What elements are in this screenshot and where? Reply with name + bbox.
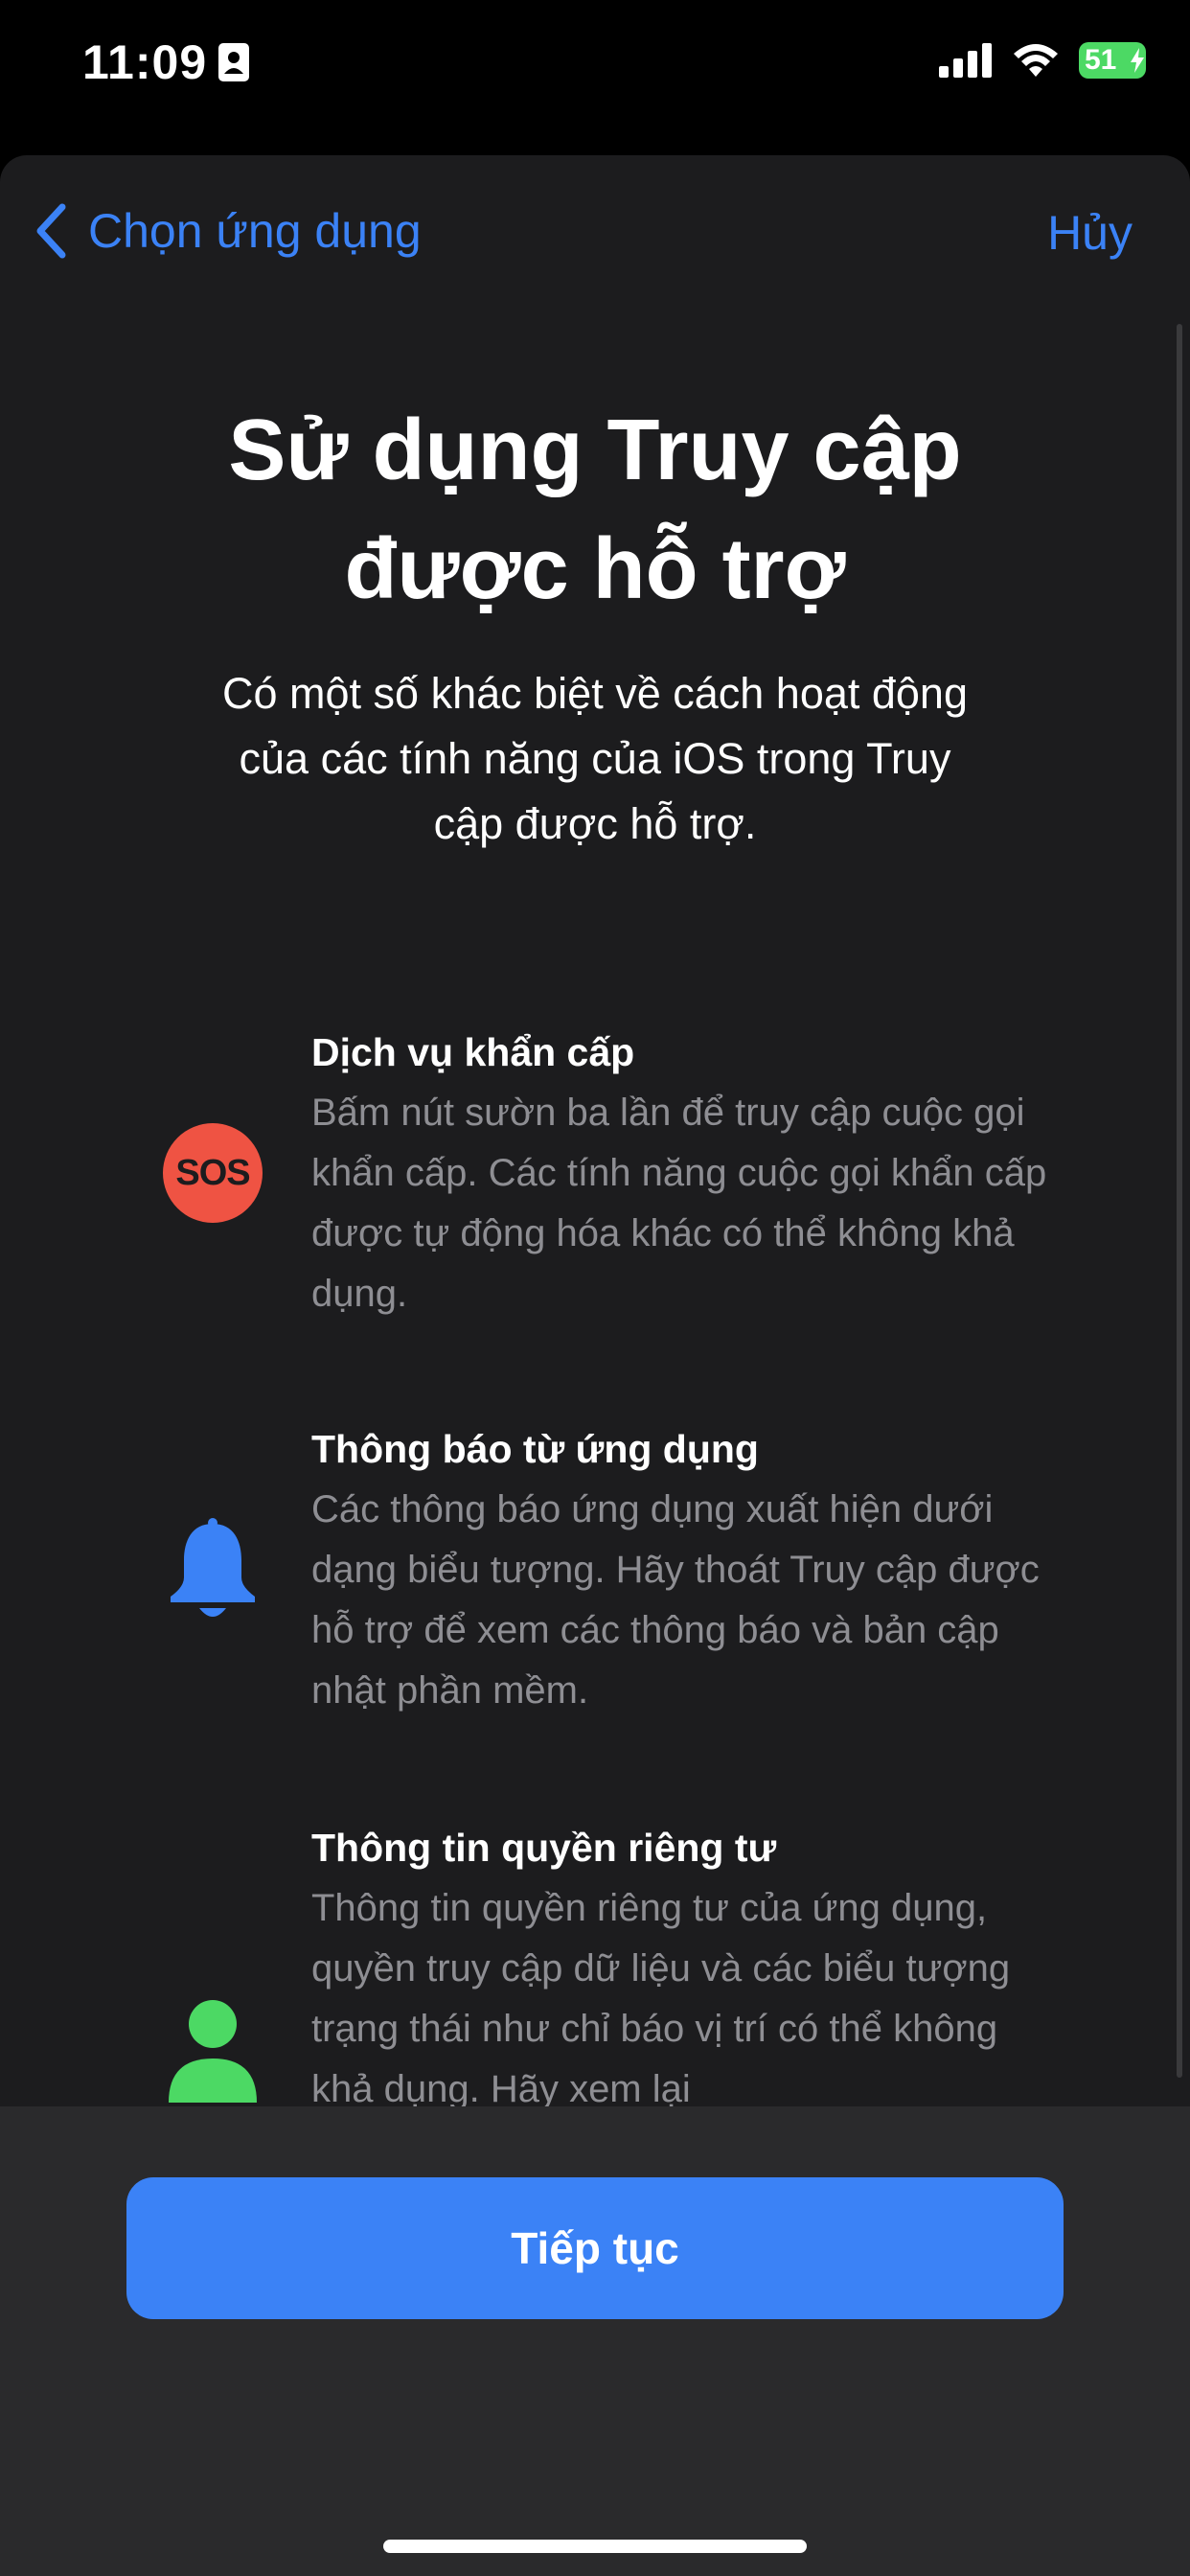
feature-description: Các thông báo ứng dụng xuất hiện dưới dạ… (311, 1488, 1040, 1712)
battery-level: 51 (1085, 44, 1117, 76)
feature-icon-wrap: SOS (161, 1121, 264, 1225)
sos-icon: SOS (163, 1123, 263, 1223)
feature-icon-wrap (161, 1518, 264, 1622)
feature-icon-wrap (161, 1999, 264, 2103)
person-badge-icon (218, 43, 250, 81)
person-icon (169, 2000, 257, 2103)
feature-title: Thông tin quyền riêng tư (311, 1826, 777, 1870)
nav-bar: Chọn ứng dụng Hủy (0, 155, 1190, 318)
back-button[interactable]: Chọn ứng dụng (34, 203, 422, 259)
feature-text: Thông báo từ ứng dụng Các thông báo ứng … (311, 1422, 1059, 1721)
clock-text: 11:09 (82, 35, 208, 89)
feature-description: Thông tin quyền riêng tư của ứng dụng, q… (311, 1887, 1011, 2110)
signal-icon (939, 43, 992, 78)
feature-title: Thông báo từ ứng dụng (311, 1427, 759, 1471)
feature-title: Dịch vụ khẩn cấp (311, 1030, 635, 1074)
feature-description: Bấm nút sườn ba lần để truy cập cuộc gọi… (311, 1092, 1047, 1315)
chevron-left-icon (36, 203, 66, 259)
page-title: Sử dụng Truy cập được hỗ trợ (0, 391, 1190, 629)
bottom-bar: Tiếp tục (0, 2106, 1190, 2576)
feature-text: Thông tin quyền riêng tư Thông tin quyền… (311, 1821, 1059, 2120)
bell-icon (171, 1518, 255, 1617)
bolt-icon (1131, 48, 1144, 73)
home-indicator[interactable] (383, 2540, 807, 2553)
page-title-line-1: Sử dụng Truy cập (228, 402, 962, 498)
feature-text: Dịch vụ khẩn cấp Bấm nút sườn ba lần để … (311, 1025, 1059, 1324)
wifi-icon (1014, 44, 1058, 77)
battery-icon: 51 (1079, 42, 1146, 79)
cancel-button[interactable]: Hủy (1047, 205, 1133, 261)
page-subtitle: Có một số khác biệt về cách hoạt động củ… (222, 669, 968, 848)
status-bar: 11:09 51 (0, 0, 1190, 144)
status-indicators: 51 (939, 42, 1146, 79)
page-title-line-2: được hỗ trợ (344, 521, 846, 617)
status-time: 11:09 (82, 34, 250, 90)
back-label: Chọn ứng dụng (88, 204, 422, 258)
continue-button[interactable]: Tiếp tục (126, 2177, 1064, 2319)
